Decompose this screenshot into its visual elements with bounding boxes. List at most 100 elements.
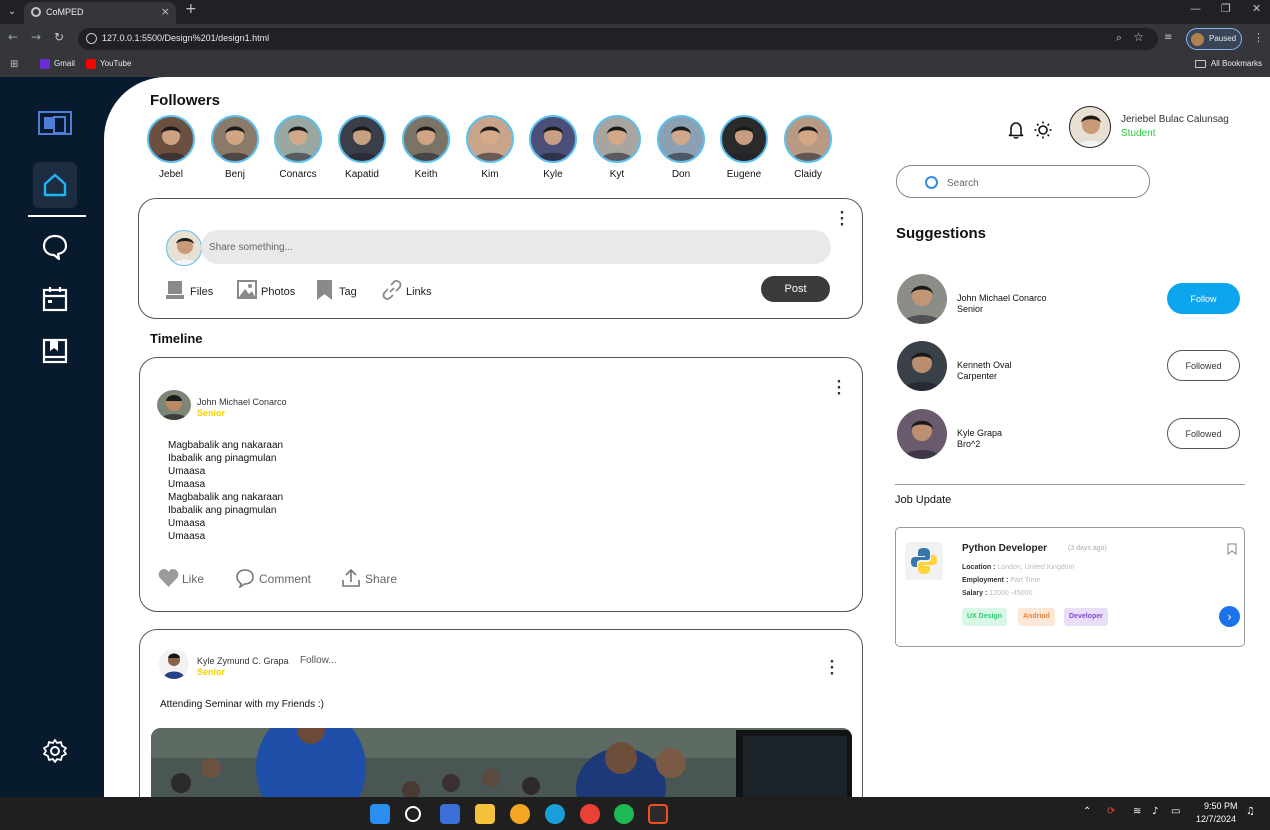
- follow-link[interactable]: Follow...: [300, 655, 337, 666]
- job-next-arrow-icon[interactable]: ›: [1219, 606, 1240, 627]
- figma-icon[interactable]: [648, 804, 668, 824]
- follower-item[interactable]: Claidy: [779, 115, 837, 180]
- share-something-input[interactable]: [201, 230, 831, 264]
- post-author-avatar[interactable]: [159, 649, 189, 679]
- follower-item[interactable]: Kyle: [524, 115, 582, 180]
- profile-paused-button[interactable]: Paused: [1186, 28, 1242, 50]
- tab-close-icon[interactable]: ×: [161, 2, 170, 22]
- job-tag[interactable]: Andriod: [1018, 608, 1055, 626]
- job-name[interactable]: Python Developer: [962, 543, 1047, 554]
- follower-item[interactable]: Eugene: [715, 115, 773, 180]
- post-more-icon[interactable]: · · ·: [836, 376, 842, 401]
- suggestion-name[interactable]: Kyle Grapa: [957, 428, 1002, 438]
- bookmark-gmail[interactable]: Gmail: [40, 59, 75, 69]
- like-button[interactable]: Like: [158, 568, 204, 590]
- suggestion-avatar[interactable]: [897, 409, 947, 459]
- sync-icon[interactable]: ⟳: [1107, 806, 1115, 817]
- weather-icon[interactable]: [510, 804, 530, 824]
- browser-menu-icon[interactable]: ⋮: [1253, 31, 1264, 44]
- bookmark-book-icon[interactable]: [41, 337, 69, 365]
- attach-files-button[interactable]: Files: [166, 279, 213, 301]
- sidebar-item-home[interactable]: [33, 162, 77, 208]
- suggestion-name[interactable]: Kenneth Oval: [957, 360, 1012, 370]
- search-input[interactable]: [947, 175, 1137, 191]
- share-button[interactable]: Share: [341, 568, 397, 590]
- profile-avatar-icon: [1191, 33, 1204, 46]
- clock-date[interactable]: 12/7/2024: [1196, 814, 1236, 824]
- chat-bubble-icon[interactable]: [41, 233, 69, 261]
- store-icon[interactable]: [440, 804, 460, 824]
- window-close-icon[interactable]: ✕: [1252, 2, 1261, 15]
- follower-item[interactable]: Benj: [206, 115, 264, 180]
- followed-button[interactable]: Followed: [1167, 418, 1240, 449]
- windows-start-icon[interactable]: [370, 804, 390, 824]
- attach-links-button[interactable]: Links: [382, 279, 432, 301]
- post-photo[interactable]: [151, 728, 852, 797]
- follower-item[interactable]: Kyt: [588, 115, 646, 180]
- browser-tab[interactable]: CoMPED ×: [24, 2, 176, 24]
- file-explorer-icon[interactable]: [475, 804, 495, 824]
- forward-icon[interactable]: →: [31, 30, 41, 44]
- calendar-icon[interactable]: [41, 285, 69, 313]
- follower-item[interactable]: Jebel: [142, 115, 200, 180]
- comment-button[interactable]: Comment: [235, 568, 311, 590]
- follow-button[interactable]: Follow: [1167, 283, 1240, 314]
- follower-item[interactable]: Keith: [397, 115, 455, 180]
- back-icon[interactable]: ←: [8, 30, 18, 44]
- search-box[interactable]: [896, 165, 1150, 198]
- battery-icon[interactable]: ▭: [1171, 806, 1180, 817]
- photo-icon: [237, 280, 257, 299]
- clock-time[interactable]: 9:50 PM: [1204, 801, 1238, 811]
- apps-grid-icon[interactable]: ⊞: [10, 59, 18, 70]
- job-tag[interactable]: Developer: [1064, 608, 1108, 626]
- post-author-name[interactable]: Kyle Zymund C. Grapa: [197, 656, 289, 666]
- notification-bell-icon[interactable]: [1008, 121, 1024, 139]
- follower-item[interactable]: Kim: [461, 115, 519, 180]
- zoom-icon[interactable]: ⌕: [1116, 31, 1122, 45]
- app-logo-icon[interactable]: [38, 111, 72, 135]
- job-card[interactable]: Python Developer (3 days ago) Location :…: [895, 527, 1245, 647]
- minimize-icon[interactable]: —: [1190, 2, 1201, 15]
- spotify-icon[interactable]: [614, 804, 634, 824]
- bookmark-youtube[interactable]: YouTube: [86, 59, 131, 69]
- url-text[interactable]: 127.0.0.1:5500/Design%201/design1.html: [102, 33, 269, 43]
- profile-avatar[interactable]: [1069, 106, 1111, 148]
- suggestion-avatar[interactable]: [897, 274, 947, 324]
- job-tag[interactable]: UX Design: [962, 608, 1008, 626]
- suggestion-avatar[interactable]: [897, 341, 947, 391]
- all-bookmarks[interactable]: All Bookmarks: [1194, 59, 1262, 68]
- job-bookmark-icon[interactable]: [1227, 543, 1237, 555]
- theme-sun-icon[interactable]: [1034, 121, 1052, 139]
- chrome-icon[interactable]: [580, 804, 600, 824]
- address-bar[interactable]: 127.0.0.1:5500/Design%201/design1.html ⌕…: [78, 28, 1158, 50]
- attach-tag-button[interactable]: Tag: [315, 279, 357, 301]
- tray-chevron-icon[interactable]: ⌃: [1083, 806, 1091, 817]
- reading-list-icon[interactable]: ≡: [1164, 32, 1172, 43]
- settings-gear-icon[interactable]: [41, 737, 69, 765]
- profile-name[interactable]: Jeriebel Bulac Calunsag: [1121, 114, 1229, 125]
- restore-icon[interactable]: ❐: [1221, 2, 1231, 15]
- post-button[interactable]: Post: [761, 276, 830, 302]
- post-author-avatar[interactable]: [157, 390, 191, 420]
- new-tab-icon[interactable]: +: [185, 1, 197, 17]
- attach-photos-button[interactable]: Photos: [237, 279, 295, 301]
- wifi-icon[interactable]: ≋: [1133, 806, 1141, 817]
- post-more-icon[interactable]: · · ·: [829, 656, 835, 681]
- notification-icon[interactable]: ♫: [1246, 806, 1255, 817]
- taskbar-search-icon[interactable]: [405, 806, 421, 822]
- tab-search-chevron-icon[interactable]: ⌄: [4, 4, 20, 20]
- followed-button[interactable]: Followed: [1167, 350, 1240, 381]
- post-author-name[interactable]: John Michael Conarco: [197, 397, 287, 407]
- composer-more-icon[interactable]: · · ·: [839, 207, 845, 232]
- bookmark-star-icon[interactable]: ☆: [1133, 30, 1144, 44]
- follower-item[interactable]: Kapatid: [333, 115, 391, 180]
- reload-icon[interactable]: ↻: [54, 30, 64, 44]
- volume-icon[interactable]: ♪: [1152, 806, 1158, 817]
- follower-item[interactable]: Conarcs: [269, 115, 327, 180]
- site-info-icon[interactable]: [86, 33, 97, 44]
- suggestion-name[interactable]: John Michael Conarco: [957, 293, 1047, 303]
- edge-icon[interactable]: [545, 804, 565, 824]
- follower-item[interactable]: Don: [652, 115, 710, 180]
- python-logo-icon: [905, 542, 943, 580]
- job-salary: 12000 -45000: [989, 590, 1033, 597]
